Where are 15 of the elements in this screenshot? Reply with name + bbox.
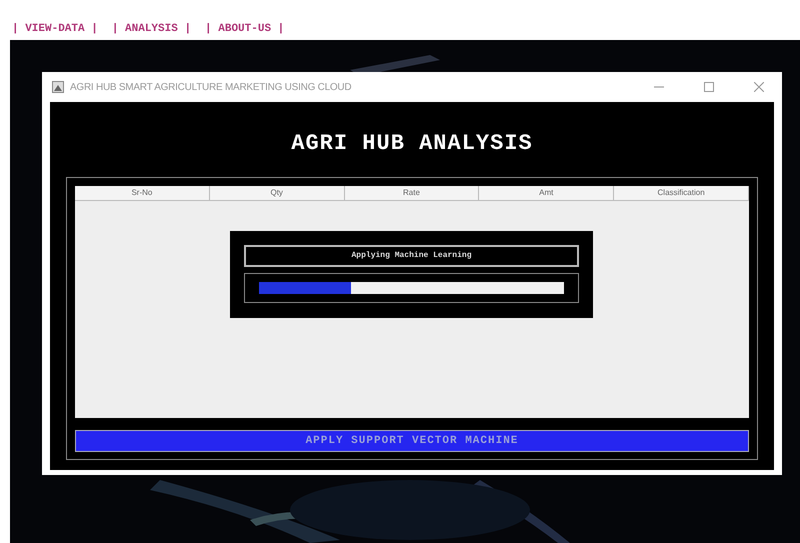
column-header[interactable]: Qty <box>210 186 345 200</box>
app-icon <box>52 81 64 93</box>
window-title: AGRI HUB SMART AGRICULTURE MARKETING USING CLOUD <box>70 80 352 94</box>
nav-link[interactable]: | VIEW-DATA | <box>12 20 98 37</box>
progress-message: Applying Machine Learning <box>351 250 472 262</box>
nav-link[interactable]: | ABOUT-US | <box>205 20 284 37</box>
close-icon[interactable] <box>754 82 764 92</box>
apply-button[interactable]: APPLY SUPPORT VECTOR MACHINE <box>75 430 749 452</box>
column-header[interactable]: Classification <box>614 186 749 200</box>
column-header[interactable]: Rate <box>344 186 480 200</box>
nav-link[interactable]: | ANALYSIS | <box>112 20 192 37</box>
column-header[interactable]: Amt <box>479 186 614 200</box>
column-header[interactable]: Sr-No <box>75 186 210 200</box>
maximize-icon[interactable] <box>704 82 714 92</box>
heading: AGRI HUB ANALYSIS <box>291 130 533 155</box>
